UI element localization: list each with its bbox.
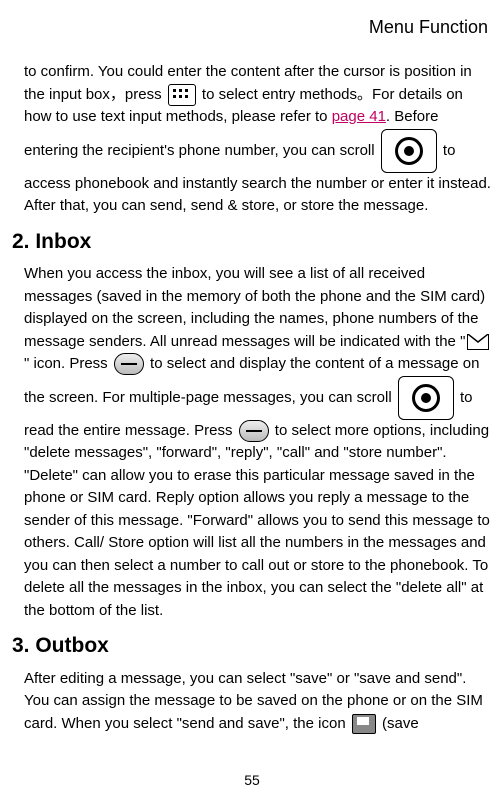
dots-grid-icon <box>168 84 196 106</box>
outbox-paragraph: After editing a message, you can select … <box>20 668 492 736</box>
inbox-paragraph: When you access the inbox, you will see … <box>20 263 492 622</box>
page-header: Menu Function <box>20 14 492 41</box>
outbox-text-2: (save <box>382 715 419 732</box>
scroll-wheel-icon <box>381 129 437 173</box>
inbox-text-5: to select more options, including "delet… <box>24 422 490 619</box>
inbox-heading: 2. Inbox <box>12 226 492 258</box>
inbox-text-2: " icon. Press <box>24 355 112 372</box>
envelope-icon <box>467 334 489 350</box>
intro-paragraph: to confirm. You could enter the content … <box>20 61 492 218</box>
soft-key-icon <box>114 353 144 375</box>
outbox-heading: 3. Outbox <box>12 630 492 662</box>
scroll-wheel-icon <box>398 376 454 420</box>
inbox-text-1: When you access the inbox, you will see … <box>24 265 485 350</box>
soft-key-icon <box>239 420 269 442</box>
page-link[interactable]: page 41 <box>332 108 386 125</box>
page-number: 55 <box>0 770 504 791</box>
save-icon <box>352 714 376 734</box>
